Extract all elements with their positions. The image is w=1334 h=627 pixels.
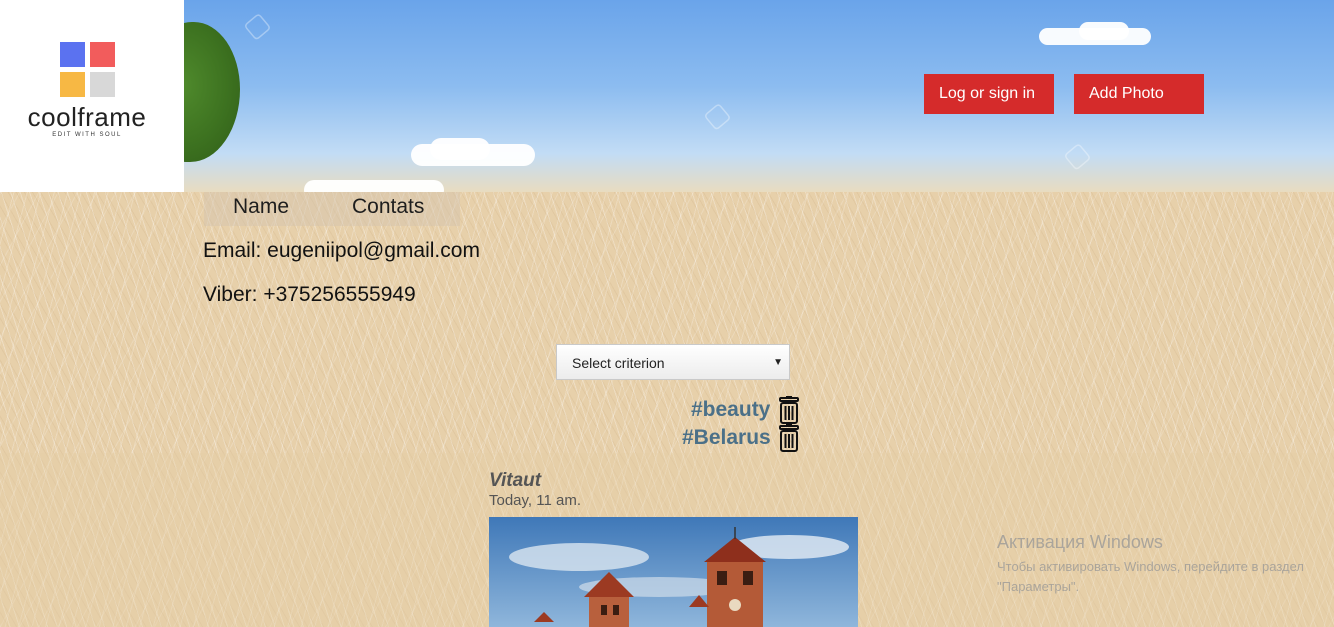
logo-square-yellow [60, 72, 85, 97]
windows-activation-notice: Активация Windows Чтобы активировать Win… [997, 532, 1317, 597]
tag-beauty[interactable]: #beauty [691, 398, 770, 422]
cloud-image [430, 138, 490, 160]
nav-item-contacts[interactable]: Contats [352, 195, 424, 219]
select-value: Select criterion [572, 355, 665, 371]
trash-icon[interactable] [777, 424, 801, 452]
watermark: ▢ [1056, 135, 1096, 175]
activation-title: Активация Windows [997, 532, 1163, 552]
post-author[interactable]: Vitaut [489, 470, 541, 492]
contact-email: Email: eugeniipol@gmail.com [203, 239, 480, 262]
logo-square-red [90, 42, 115, 67]
cloud-image [1079, 22, 1129, 40]
cloud-image [304, 180, 444, 192]
nav-bar: Name Contats [204, 192, 460, 226]
activation-subtitle: Чтобы активировать Windows, перейдите в … [997, 559, 1304, 594]
logo-tagline: EDIT WITH SOUL [52, 132, 122, 138]
logo-square-blue [60, 42, 85, 67]
post-photo[interactable] [489, 517, 858, 627]
trash-icon[interactable] [777, 396, 801, 424]
nav-item-name[interactable]: Name [233, 195, 289, 219]
tree-image [184, 22, 240, 162]
logo[interactable]: coolframe EDIT WITH SOUL [0, 0, 184, 192]
logo-name: coolframe [27, 102, 147, 132]
post-time: Today, 11 am. [489, 492, 581, 509]
add-photo-button[interactable]: Add Photo [1074, 74, 1204, 114]
logo-icon [60, 42, 116, 98]
watermark: ▢ [696, 95, 736, 135]
logo-square-gray [90, 72, 115, 97]
contact-viber: Viber: +375256555949 [203, 283, 416, 306]
login-button[interactable]: Log or sign in [924, 74, 1054, 114]
chevron-down-icon: ▼ [773, 357, 783, 368]
tag-belarus[interactable]: #Belarus [682, 426, 771, 450]
watermark: ▢ [236, 5, 276, 45]
criterion-select[interactable]: Select criterion ▼ [556, 344, 790, 380]
